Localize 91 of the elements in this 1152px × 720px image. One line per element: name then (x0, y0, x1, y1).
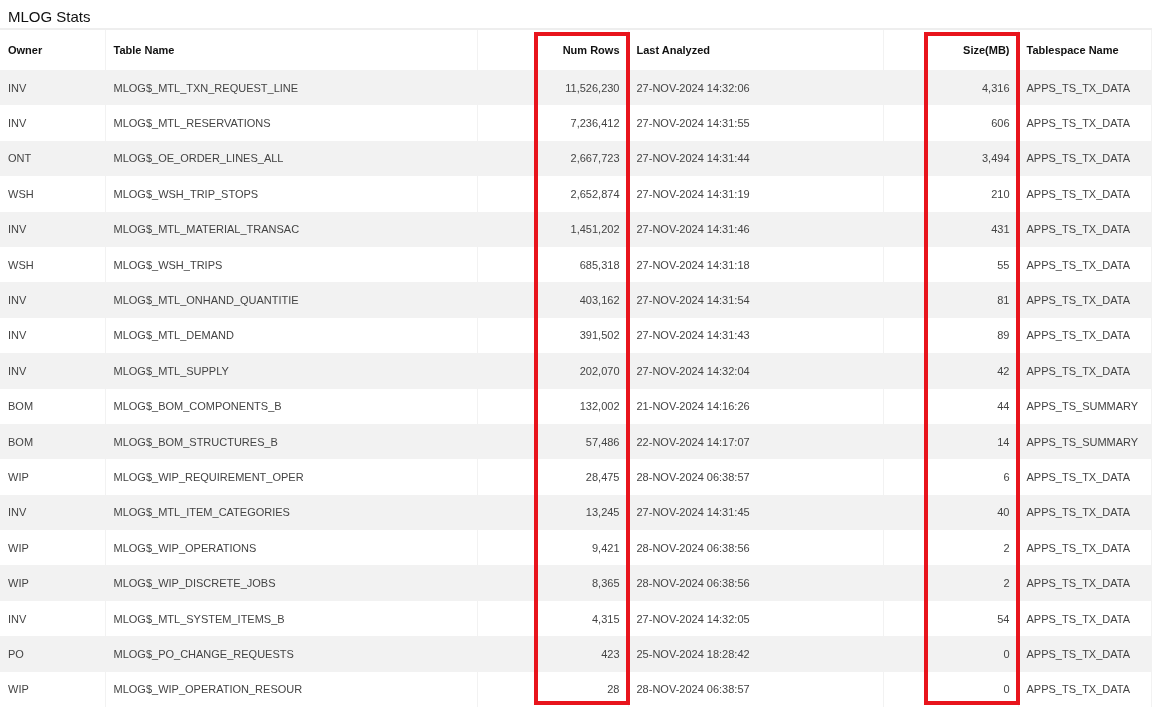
table-cell: MLOG$_BOM_STRUCTURES_B (105, 423, 477, 460)
table-cell: 28-NOV-2024 06:38:56 (628, 530, 883, 566)
table-cell: 210 (883, 176, 1018, 212)
table-cell: INV (0, 211, 105, 247)
table-cell: 2 (883, 530, 1018, 566)
table-cell: APPS_TS_TX_DATA (1018, 459, 1152, 495)
table-cell: MLOG$_WIP_REQUIREMENT_OPER (105, 459, 477, 495)
table-cell: MLOG$_MTL_DEMAND (105, 317, 477, 354)
table-cell: WIP (0, 530, 105, 566)
table-cell: APPS_TS_TX_DATA (1018, 494, 1152, 531)
table-cell: 28-NOV-2024 06:38:56 (628, 565, 883, 601)
table-cell: 27-NOV-2024 14:31:54 (628, 282, 883, 318)
table-cell: 606 (883, 105, 1018, 141)
table-cell: 27-NOV-2024 14:31:18 (628, 246, 883, 283)
table-cell: 42 (883, 353, 1018, 389)
table-cell: INV (0, 317, 105, 354)
table-cell: 28-NOV-2024 06:38:57 (628, 671, 883, 708)
table-cell: 0 (883, 636, 1018, 672)
table-cell: APPS_TS_TX_DATA (1018, 176, 1152, 212)
table-cell: INV (0, 105, 105, 141)
table-cell: 27-NOV-2024 14:31:45 (628, 494, 883, 531)
page-title: MLOG Stats (0, 0, 1152, 30)
table-cell: MLOG$_MTL_ONHAND_QUANTITIE (105, 282, 477, 318)
table-cell: 202,070 (477, 353, 628, 389)
table-cell: 27-NOV-2024 14:31:55 (628, 105, 883, 141)
table-cell: APPS_TS_SUMMARY (1018, 388, 1152, 424)
table-cell: APPS_TS_TX_DATA (1018, 565, 1152, 601)
table-cell: MLOG$_WSH_TRIPS (105, 246, 477, 283)
table-cell: MLOG$_MTL_ITEM_CATEGORIES (105, 494, 477, 531)
table-cell: APPS_TS_TX_DATA (1018, 246, 1152, 283)
table-cell: MLOG$_WIP_OPERATION_RESOUR (105, 671, 477, 708)
table-cell: BOM (0, 423, 105, 460)
table-cell: 8,365 (477, 565, 628, 601)
table-cell: 403,162 (477, 282, 628, 318)
table-cell: 28,475 (477, 459, 628, 495)
table-cell: 2,652,874 (477, 176, 628, 212)
table-cell: 27-NOV-2024 14:31:19 (628, 176, 883, 212)
table-cell: MLOG$_MTL_TXN_REQUEST_LINE (105, 70, 477, 106)
table-cell: 9,421 (477, 530, 628, 566)
table-cell: ONT (0, 140, 105, 177)
table-cell: WIP (0, 459, 105, 495)
table-cell: MLOG$_WIP_DISCRETE_JOBS (105, 565, 477, 601)
table-cell: 27-NOV-2024 14:32:04 (628, 353, 883, 389)
table-cell: MLOG$_BOM_COMPONENTS_B (105, 388, 477, 424)
table-cell: 11,526,230 (477, 70, 628, 106)
table-cell: 22-NOV-2024 14:17:07 (628, 423, 883, 460)
table-cell: 27-NOV-2024 14:31:44 (628, 140, 883, 177)
table-cell: 21-NOV-2024 14:16:26 (628, 388, 883, 424)
table-cell: PO (0, 636, 105, 672)
table-cell: INV (0, 70, 105, 106)
table-cell: MLOG$_WSH_TRIP_STOPS (105, 176, 477, 212)
table-cell: INV (0, 600, 105, 637)
table-cell: WIP (0, 565, 105, 601)
table-cell: APPS_TS_TX_DATA (1018, 140, 1152, 177)
table-cell: APPS_TS_TX_DATA (1018, 530, 1152, 566)
table-cell: 27-NOV-2024 14:32:05 (628, 600, 883, 637)
table-cell: MLOG$_MTL_RESERVATIONS (105, 105, 477, 141)
table-cell: 25-NOV-2024 18:28:42 (628, 636, 883, 672)
table-cell: 27-NOV-2024 14:32:06 (628, 70, 883, 106)
table-cell: APPS_TS_TX_DATA (1018, 105, 1152, 141)
table-cell: APPS_TS_TX_DATA (1018, 353, 1152, 389)
table-cell: MLOG$_MTL_MATERIAL_TRANSAC (105, 211, 477, 247)
table-cell: APPS_TS_TX_DATA (1018, 671, 1152, 708)
table-cell: BOM (0, 388, 105, 424)
table-cell: MLOG$_MTL_SUPPLY (105, 353, 477, 389)
table-cell: 27-NOV-2024 14:31:43 (628, 317, 883, 354)
table-cell: 28-NOV-2024 06:38:57 (628, 459, 883, 495)
table-cell: INV (0, 494, 105, 531)
table-cell: 6 (883, 459, 1018, 495)
table-cell: APPS_TS_TX_DATA (1018, 636, 1152, 672)
table-cell: 81 (883, 282, 1018, 318)
table-cell: APPS_TS_TX_DATA (1018, 211, 1152, 247)
table-cell: APPS_TS_SUMMARY (1018, 423, 1152, 460)
table-cell: WSH (0, 246, 105, 283)
table-cell: WSH (0, 176, 105, 212)
table-cell: 2 (883, 565, 1018, 601)
table-cell: APPS_TS_TX_DATA (1018, 282, 1152, 318)
table-cell: INV (0, 353, 105, 389)
table-cell: APPS_TS_TX_DATA (1018, 600, 1152, 637)
table-cell: 7,236,412 (477, 105, 628, 141)
table-cell: MLOG$_WIP_OPERATIONS (105, 530, 477, 566)
table-cell: WIP (0, 671, 105, 708)
table-cell: APPS_TS_TX_DATA (1018, 70, 1152, 106)
table-cell: APPS_TS_TX_DATA (1018, 317, 1152, 354)
table-cell: MLOG$_MTL_SYSTEM_ITEMS_B (105, 600, 477, 637)
table-cell: MLOG$_OE_ORDER_LINES_ALL (105, 140, 477, 177)
table-cell: 4,316 (883, 70, 1018, 106)
table-cell: 27-NOV-2024 14:31:46 (628, 211, 883, 247)
table-cell: MLOG$_PO_CHANGE_REQUESTS (105, 636, 477, 672)
table-cell: 423 (477, 636, 628, 672)
table-cell: INV (0, 282, 105, 318)
